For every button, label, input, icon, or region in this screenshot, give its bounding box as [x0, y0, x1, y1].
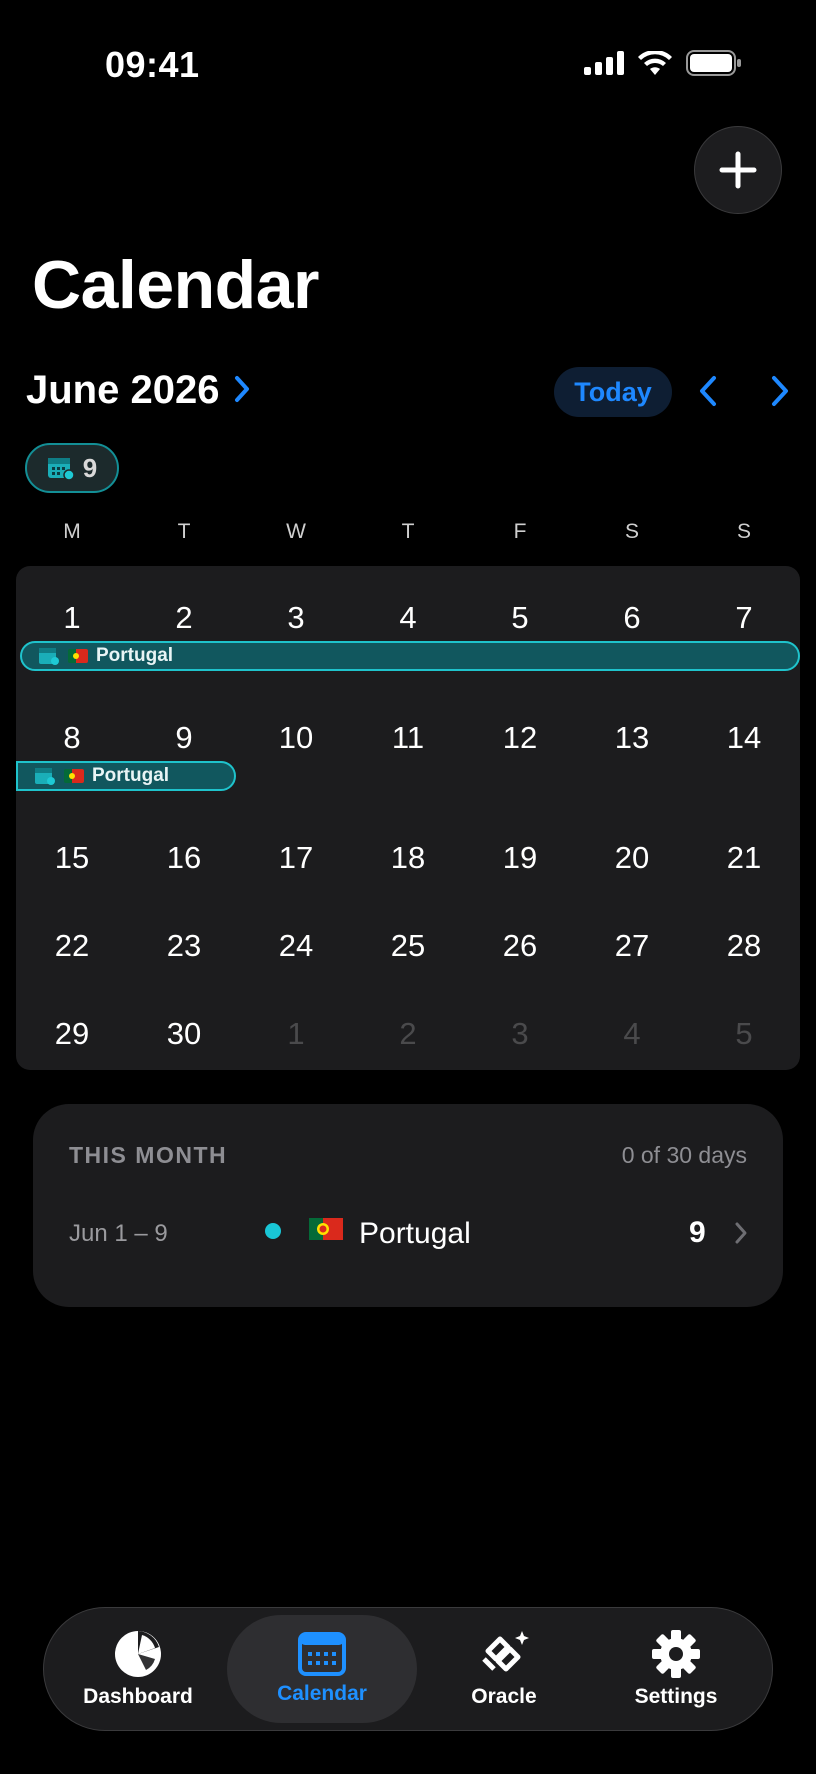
portugal-flag-icon: [64, 769, 84, 783]
calendar-day-outside-month: 5: [735, 1016, 753, 1051]
calendar-day[interactable]: 2: [128, 600, 240, 636]
calendar-badge-icon: [39, 648, 59, 665]
calendar-day[interactable]: 10: [240, 720, 352, 756]
weekday-label: S: [624, 520, 639, 543]
trip-count-badge[interactable]: 9: [25, 443, 119, 493]
calendar-day[interactable]: 21: [688, 840, 800, 876]
calendar-day-outside-month: 2: [399, 1016, 417, 1051]
event-label: Portugal: [96, 645, 174, 666]
month-selector[interactable]: June 2026: [26, 368, 219, 413]
portugal-flag-icon: [309, 1218, 343, 1240]
plus-icon: [719, 151, 757, 189]
status-icons: [584, 50, 742, 76]
calendar-day[interactable]: 13: [576, 720, 688, 756]
trip-date-range: Jun 1 – 9: [69, 1220, 168, 1247]
calendar-day-outside-month: 1: [287, 1016, 305, 1051]
calendar-day[interactable]: 14: [688, 720, 800, 756]
event-bar[interactable]: Portugal: [16, 761, 236, 791]
calendar-day[interactable]: 15: [16, 840, 128, 876]
tab-label: Calendar: [277, 1682, 367, 1705]
tab-oracle[interactable]: Oracle: [424, 1608, 584, 1730]
calendar-day[interactable]: 11: [352, 720, 464, 756]
today-button[interactable]: Today: [554, 367, 672, 417]
status-time: 09:41: [105, 44, 200, 85]
previous-month-button[interactable]: [694, 374, 724, 408]
weekday-label: F: [513, 520, 527, 543]
calendar-day[interactable]: 12: [464, 720, 576, 756]
event-label: Portugal: [92, 765, 170, 786]
battery-icon: [686, 50, 741, 76]
tab-label: Oracle: [471, 1685, 537, 1708]
pie-chart-icon: [115, 1631, 161, 1677]
event-bar[interactable]: Portugal: [20, 641, 800, 671]
calendar-day[interactable]: 17: [240, 840, 352, 876]
tab-bar: Dashboard Calendar Oracle Settings: [43, 1607, 773, 1731]
add-trip-button[interactable]: [694, 126, 782, 214]
tab-calendar[interactable]: Calendar: [227, 1615, 417, 1723]
weekday-label: T: [401, 520, 415, 543]
calendar-day[interactable]: 3: [240, 600, 352, 636]
gear-icon: [652, 1630, 700, 1678]
calendar-day[interactable]: 18: [352, 840, 464, 876]
calendar-day-outside-month: 3: [511, 1016, 529, 1051]
chevron-right-icon[interactable]: [232, 374, 252, 404]
calendar-day[interactable]: 25: [352, 928, 464, 964]
wifi-icon: [638, 51, 672, 75]
trip-country: Portugal: [359, 1217, 471, 1250]
calendar-day[interactable]: 26: [464, 928, 576, 964]
calendar-badge-icon: [47, 458, 75, 481]
weekday-label: S: [736, 520, 751, 543]
calendar-day[interactable]: 6: [576, 600, 688, 636]
weekday-label: M: [63, 520, 81, 543]
month-summary-card: THIS MONTH 0 of 30 days Jun 1 – 9 Portug…: [33, 1104, 783, 1307]
calendar-day[interactable]: 4: [352, 600, 464, 636]
calendar-day[interactable]: 5: [464, 600, 576, 636]
country-color-dot: [265, 1223, 281, 1239]
trip-count: 9: [82, 452, 98, 483]
calendar-day-outside-month: 4: [623, 1016, 641, 1051]
summary-heading: THIS MONTH: [69, 1142, 228, 1168]
oracle-icon: [482, 1631, 529, 1672]
calendar-icon: [298, 1632, 346, 1676]
cellular-signal-icon: [584, 51, 624, 75]
calendar-day[interactable]: 8: [16, 720, 128, 756]
calendar-day[interactable]: 19: [464, 840, 576, 876]
calendar-day[interactable]: 29: [16, 1016, 128, 1052]
weekday-label: T: [177, 520, 191, 543]
next-month-button[interactable]: [764, 374, 794, 408]
tab-dashboard[interactable]: Dashboard: [58, 1608, 218, 1730]
trip-day-count: 9: [689, 1216, 706, 1249]
calendar-day[interactable]: 24: [240, 928, 352, 964]
calendar-day[interactable]: 7: [688, 600, 800, 636]
calendar-day[interactable]: 27: [576, 928, 688, 964]
page-title: Calendar: [32, 247, 320, 323]
calendar-day[interactable]: 30: [128, 1016, 240, 1052]
calendar-day[interactable]: 20: [576, 840, 688, 876]
calendar-day[interactable]: 16: [128, 840, 240, 876]
calendar-day[interactable]: 22: [16, 928, 128, 964]
calendar-day[interactable]: 28: [688, 928, 800, 964]
summary-day-count: 0 of 30 days: [621, 1142, 747, 1168]
calendar-day[interactable]: 9: [128, 720, 240, 756]
calendar-day[interactable]: 23: [128, 928, 240, 964]
portugal-flag-icon: [68, 649, 88, 663]
tab-label: Settings: [634, 1685, 718, 1708]
calendar-badge-icon: [35, 768, 55, 785]
calendar-grid: 1 2 3 4 5 6 7 Portugal 8 9 10 11 12 13 1…: [16, 566, 800, 1070]
tab-settings[interactable]: Settings: [596, 1608, 756, 1730]
chevron-right-icon[interactable]: [733, 1220, 749, 1246]
tab-label: Dashboard: [83, 1685, 193, 1708]
calendar-day[interactable]: 1: [16, 600, 128, 636]
weekday-label: W: [286, 520, 306, 543]
